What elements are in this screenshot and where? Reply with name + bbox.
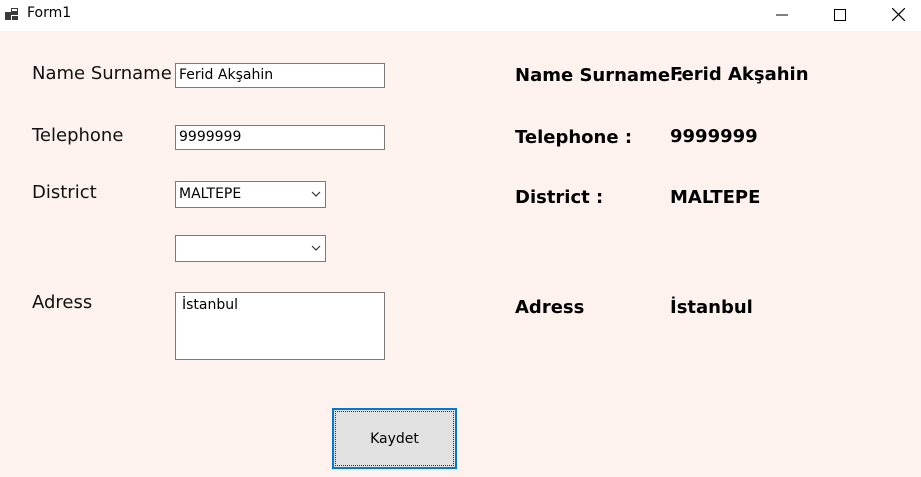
- summary-telephone-label: Telephone :: [515, 127, 633, 148]
- summary-name-label: Name Surname :: [515, 65, 684, 86]
- district-selected-value: MALTEPE: [179, 186, 242, 202]
- save-button[interactable]: Kaydet: [332, 408, 457, 469]
- title-bar[interactable]: Form1: [0, 0, 921, 31]
- minimize-icon: [776, 14, 788, 15]
- adress-textarea[interactable]: İstanbul: [175, 292, 385, 360]
- secondary-combobox[interactable]: [175, 235, 326, 262]
- district-combobox[interactable]: MALTEPE: [175, 181, 326, 208]
- adress-label: Adress: [32, 292, 93, 313]
- telephone-input[interactable]: 9999999: [175, 125, 385, 150]
- close-button[interactable]: [875, 0, 921, 29]
- name-surname-label: Name Surname: [32, 63, 172, 84]
- window-title: Form1: [27, 5, 72, 21]
- summary-district-label: District :: [515, 187, 604, 208]
- form-client-area: [0, 31, 921, 477]
- maximize-button[interactable]: [817, 0, 863, 29]
- save-button-label: Kaydet: [370, 430, 419, 447]
- summary-adress-label: Adress: [515, 297, 585, 318]
- close-icon: [891, 8, 905, 21]
- telephone-label: Telephone: [32, 125, 124, 146]
- summary-name-value: Ferid Akşahin: [670, 64, 809, 85]
- maximize-icon: [834, 8, 846, 21]
- name-surname-input[interactable]: Ferid Akşahin: [175, 63, 385, 88]
- district-label: District: [32, 182, 97, 203]
- minimize-button[interactable]: [759, 0, 805, 29]
- summary-district-value: MALTEPE: [670, 187, 761, 208]
- form-app-icon: [5, 8, 18, 20]
- chevron-down-icon[interactable]: [311, 243, 321, 253]
- chevron-down-icon[interactable]: [311, 189, 321, 199]
- summary-telephone-value: 9999999: [670, 126, 758, 147]
- summary-adress-value: İstanbul: [670, 297, 753, 318]
